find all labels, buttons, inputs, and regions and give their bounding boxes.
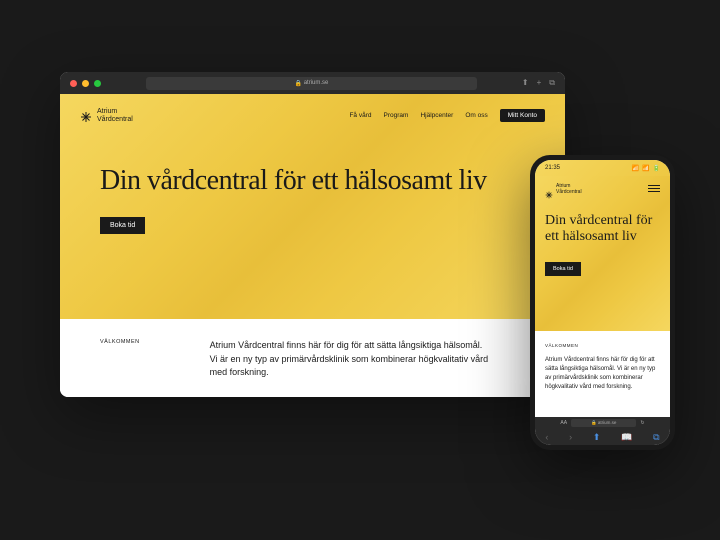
hero-section: Atrium Vårdcentral Få vård Program Hjälp… (60, 94, 565, 319)
bookmarks-icon[interactable]: 📖 (621, 432, 632, 443)
forward-icon[interactable]: › (569, 432, 572, 442)
nav-link-about[interactable]: Om oss (465, 112, 487, 119)
nav-link-vard[interactable]: Få vård (349, 112, 371, 119)
logo-text: Atrium Vårdcentral (97, 108, 133, 123)
status-time: 21:35 (545, 165, 560, 171)
mobile-intro: VÄLKOMMEN Atrium Vårdcentral finns här f… (535, 331, 670, 404)
battery-icon: 🔋 (653, 165, 660, 172)
share-icon[interactable]: ⬆ (522, 78, 529, 88)
url-bar[interactable]: 🔒 atrium.se (146, 77, 477, 90)
back-icon[interactable]: ‹ (545, 432, 548, 442)
browser-window: 🔒 atrium.se ⬆ + ⧉ Atrium Vårdcentral Få … (60, 72, 565, 397)
cta-button[interactable]: Boka tid (100, 217, 145, 234)
mobile-browser-chrome: AA 🔒 atrium.se ↻ ‹ › ⬆ 📖 ⧉ (535, 417, 670, 445)
mobile-logo-mark-icon (545, 186, 553, 194)
browser-actions: ⬆ + ⧉ (522, 78, 555, 88)
site-nav: Atrium Vårdcentral Få vård Program Hjälp… (80, 108, 545, 123)
maximize-dot[interactable] (94, 80, 101, 87)
close-dot[interactable] (70, 80, 77, 87)
signal-icon: 📶 (632, 165, 639, 172)
mobile-aa-icon[interactable]: AA (560, 420, 567, 426)
add-icon[interactable]: + (537, 78, 542, 88)
mobile-headline: Din vårdcentral för ett hälsosamt liv (545, 213, 660, 245)
lock-icon: 🔒 (295, 80, 302, 87)
share-icon[interactable]: ⬆ (593, 432, 601, 443)
wifi-icon: 📶 (642, 165, 649, 172)
mobile-url-bar[interactable]: AA 🔒 atrium.se ↻ (535, 417, 670, 429)
nav-links: Få vård Program Hjälpcenter Om oss Mitt … (349, 109, 545, 122)
tabs-icon[interactable]: ⧉ (549, 78, 555, 88)
minimize-dot[interactable] (82, 80, 89, 87)
mobile-hero: Atrium Vårdcentral Din vårdcentral för e… (535, 176, 670, 331)
url-text: atrium.se (304, 80, 329, 86)
nav-link-program[interactable]: Program (384, 112, 409, 119)
mobile-intro-text: Atrium Vårdcentral finns här för dig för… (545, 356, 660, 392)
browser-chrome: 🔒 atrium.se ⬆ + ⧉ (60, 72, 565, 94)
hamburger-icon[interactable] (648, 185, 660, 192)
nav-link-help[interactable]: Hjälpcenter (420, 112, 453, 119)
mobile-screen: 21:35 📶 📶 🔋 Atrium Vårdcentral Din vårdc… (535, 160, 670, 445)
window-controls[interactable] (70, 80, 101, 87)
mobile-cta-button[interactable]: Boka tid (545, 262, 581, 276)
status-bar: 21:35 📶 📶 🔋 (535, 160, 670, 176)
intro-text: Atrium Vårdcentral finns här för dig för… (210, 339, 490, 380)
hero-headline: Din vårdcentral för ett hälsosamt liv (100, 165, 545, 197)
mobile-logo[interactable]: Atrium Vårdcentral (545, 184, 660, 195)
tabs-icon[interactable]: ⧉ (653, 432, 659, 443)
reload-icon[interactable]: ↻ (640, 420, 644, 426)
logo-mark-icon (80, 110, 92, 122)
mobile-intro-label: VÄLKOMMEN (545, 343, 660, 348)
mobile-device: 21:35 📶 📶 🔋 Atrium Vårdcentral Din vårdc… (530, 155, 675, 450)
account-button[interactable]: Mitt Konto (500, 109, 545, 122)
mobile-nav-bar: ‹ › ⬆ 📖 ⧉ (535, 429, 670, 445)
mobile-logo-text: Atrium Vårdcentral (556, 184, 582, 195)
intro-label: VÄLKOMMEN (100, 339, 140, 380)
logo[interactable]: Atrium Vårdcentral (80, 108, 133, 123)
intro-section: VÄLKOMMEN Atrium Vårdcentral finns här f… (60, 319, 565, 397)
